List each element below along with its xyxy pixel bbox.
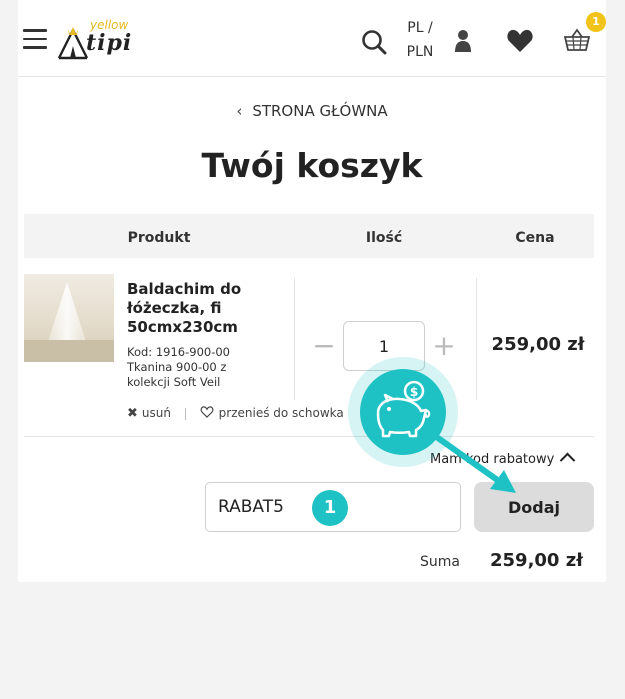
remove-item-button[interactable]: ✖ usuń [127, 406, 175, 421]
column-header-product: Produkt [127, 230, 191, 246]
currency-label: PLN [406, 44, 434, 60]
cart-count-badge: 1 [586, 12, 606, 32]
close-icon: ✖ [127, 406, 138, 421]
menu-icon[interactable] [23, 29, 47, 49]
column-divider [294, 278, 295, 400]
coin-symbol: $ [410, 385, 418, 399]
save-for-later-label: przenieś do schowka [218, 406, 344, 420]
column-header-quantity: Ilość [365, 230, 403, 246]
user-icon[interactable] [454, 28, 472, 54]
quantity-decrease-button[interactable]: − [312, 330, 336, 362]
coupon-toggle-label: Mam kod rabatowy [430, 452, 555, 467]
back-to-home-link[interactable]: ‹ STRONA GŁÓWNA [18, 102, 606, 120]
logo-wordmark: tipi [86, 30, 133, 56]
product-code: Kod: 1916-900-00 [127, 345, 230, 359]
product-fabric: Tkanina 900-00 z [127, 360, 227, 374]
chevron-left-icon: ‹ [236, 102, 243, 120]
item-price: 259,00 zł [491, 334, 585, 355]
language-currency-switch[interactable]: PL / PLN [402, 16, 438, 64]
product-thumbnail[interactable] [24, 274, 114, 362]
search-icon[interactable] [360, 28, 388, 56]
step-number-badge: 1 [312, 490, 348, 526]
product-details: Kod: 1916-900-00 Tkanina 900-00 z kolekc… [127, 345, 287, 390]
back-link-label: STRONA GŁÓWNA [252, 102, 388, 120]
page-title: Twój koszyk [201, 146, 423, 185]
teepee-icon [57, 27, 89, 60]
cart-page: yellow tipi PL / PLN 1 ‹ STRONA GŁÓWNA T… [18, 0, 606, 582]
product-name[interactable]: Baldachim do łóżeczka, fi 50cmx230cm [127, 280, 277, 337]
total-value: 259,00 zł [490, 550, 583, 571]
language-label: PL / [407, 20, 433, 36]
column-divider [476, 278, 477, 400]
heart-icon[interactable] [506, 28, 534, 54]
remove-label: usuń [141, 406, 171, 420]
product-collection: kolekcji Soft Veil [127, 375, 221, 389]
cart-table-header: Produkt Ilość Cena [24, 214, 594, 258]
basket-icon[interactable] [563, 28, 591, 52]
heart-outline-icon [200, 406, 214, 418]
save-for-later-button[interactable]: przenieś do schowka [200, 406, 344, 420]
divider [24, 436, 594, 437]
chevron-up-icon [560, 452, 576, 469]
product-actions: ✖ usuń przenieś do schowka [127, 406, 344, 421]
column-header-price: Cena [515, 230, 555, 246]
coupon-toggle[interactable]: Mam kod rabatowy [430, 452, 576, 469]
total-label: Suma [420, 554, 460, 570]
logo[interactable]: yellow tipi [56, 18, 146, 62]
apply-coupon-button[interactable]: Dodaj [474, 482, 594, 532]
piggy-bank-icon: $ [360, 369, 446, 455]
quantity-increase-button[interactable]: + [432, 330, 456, 362]
site-header: yellow tipi PL / PLN 1 [18, 0, 606, 77]
